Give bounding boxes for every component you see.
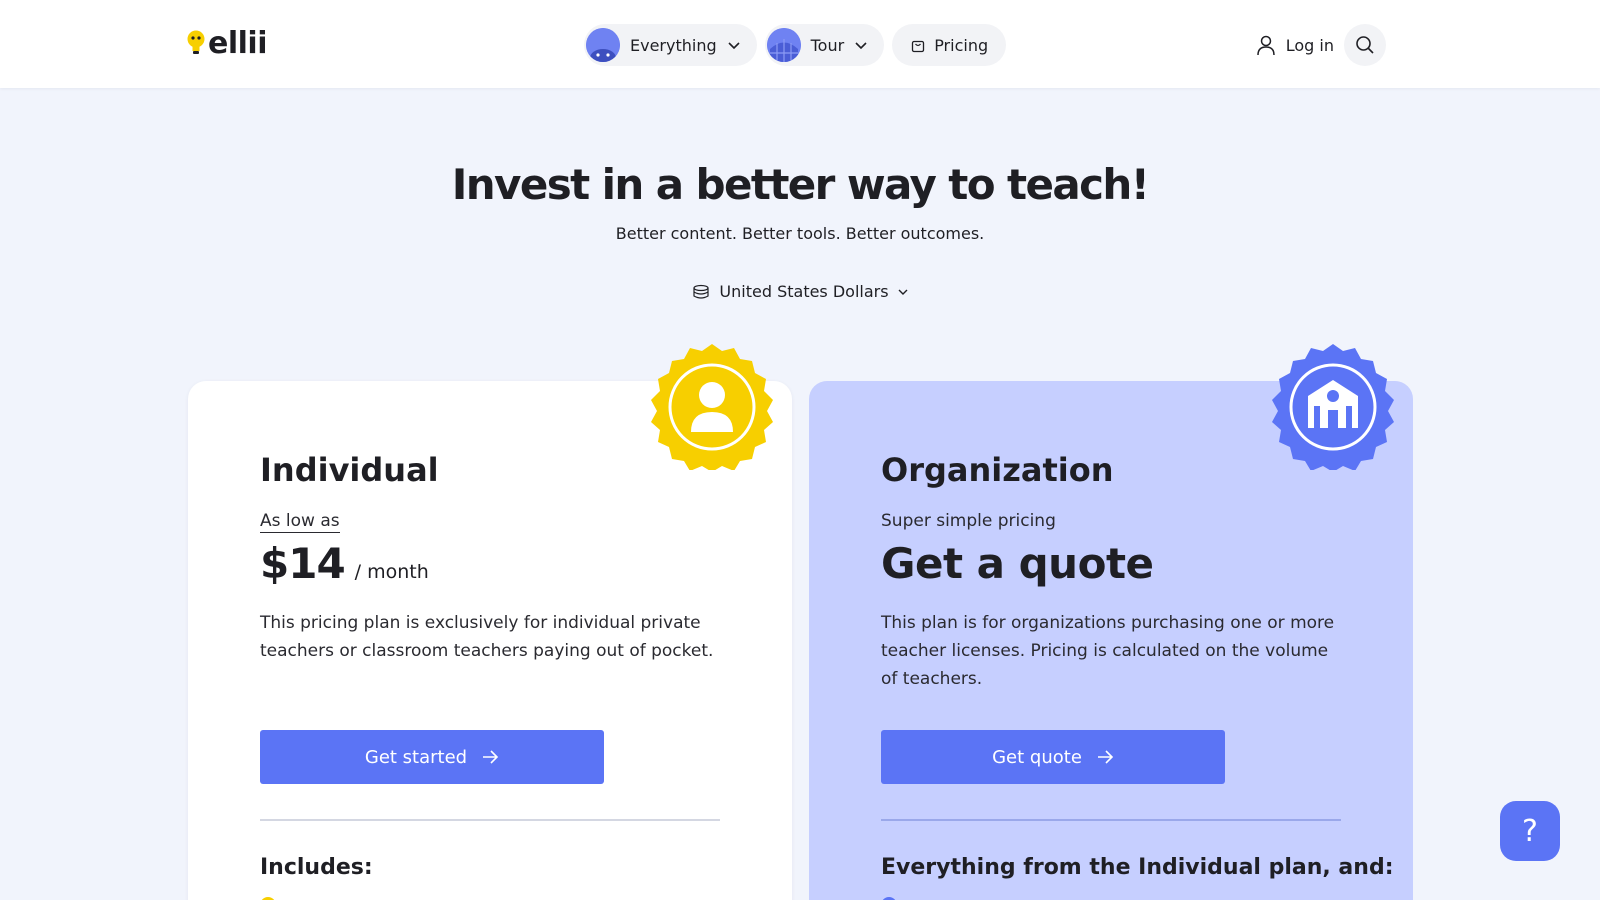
login-link[interactable]: Log in [1256, 34, 1334, 56]
nav-pricing[interactable]: Pricing [892, 24, 1007, 66]
currency-label: United States Dollars [719, 282, 889, 301]
lightbulb-icon [187, 30, 205, 54]
plan-description: This plan is for organizations purchasin… [881, 613, 1335, 689]
get-quote-button[interactable]: Get quote [881, 730, 1225, 784]
page-title: Invest in a better way to teach! [451, 160, 1150, 209]
price-prefix[interactable]: As low as [260, 511, 340, 533]
nav-tour-label: Tour [810, 35, 845, 55]
chevron-down-icon [728, 42, 740, 50]
price-amount: Get a quote [881, 539, 1154, 588]
price-amount: $14 [260, 539, 346, 588]
logo-text: ellii [208, 26, 267, 61]
plan-card-individual: Individual As low as $14 / month This pr… [188, 344, 792, 900]
avatar-icon [586, 28, 620, 62]
search-button[interactable] [1344, 24, 1386, 66]
help-button[interactable]: ? [1500, 801, 1560, 861]
divider [881, 819, 1341, 821]
plan-description: This pricing plan is exclusively for ind… [260, 613, 714, 661]
arrow-right-icon [1097, 750, 1114, 764]
page-subtitle: Better content. Better tools. Better out… [615, 224, 985, 243]
nav-everything-label: Everything [630, 35, 717, 55]
divider [260, 819, 720, 821]
price-unit: / month [354, 561, 429, 583]
login-label: Log in [1285, 35, 1334, 55]
includes-heading: Everything from the Individual plan, and… [881, 855, 1394, 880]
shopping-bag-icon [912, 40, 925, 53]
nav-everything[interactable]: Everything [584, 24, 757, 66]
chevron-down-icon [898, 289, 908, 295]
get-started-button[interactable]: Get started [260, 730, 604, 784]
header-actions: Log in [1256, 24, 1386, 66]
nav-pricing-label: Pricing [934, 35, 989, 55]
price-prefix: Super simple pricing [881, 511, 1056, 531]
arrow-right-icon [483, 750, 499, 764]
currency-selector[interactable]: United States Dollars [691, 282, 908, 301]
coins-icon [693, 284, 710, 299]
site-header: ellii Everything Tour Pricing Log in [0, 0, 1600, 88]
help-icon: ? [1522, 813, 1538, 849]
cta-label: Get quote [992, 746, 1082, 768]
search-icon [1356, 36, 1374, 54]
user-icon [1257, 35, 1275, 56]
main-nav: Everything Tour Pricing [584, 24, 1007, 66]
nav-tour[interactable]: Tour [764, 24, 885, 66]
plan-name: Individual [260, 451, 439, 489]
logo[interactable]: ellii [186, 26, 267, 62]
cta-label: Get started [364, 746, 468, 768]
currency-selector-row: United States Dollars [0, 282, 1600, 301]
plan-price: $14 / month [260, 539, 429, 588]
plan-card-organization: Organization Super simple pricing Get a … [809, 344, 1413, 900]
school-badge-icon [1272, 344, 1394, 470]
plan-name: Organization [881, 451, 1114, 489]
includes-heading: Includes: [260, 855, 373, 880]
globe-icon [766, 28, 801, 62]
chevron-down-icon [855, 42, 867, 50]
person-badge-icon [651, 344, 773, 470]
